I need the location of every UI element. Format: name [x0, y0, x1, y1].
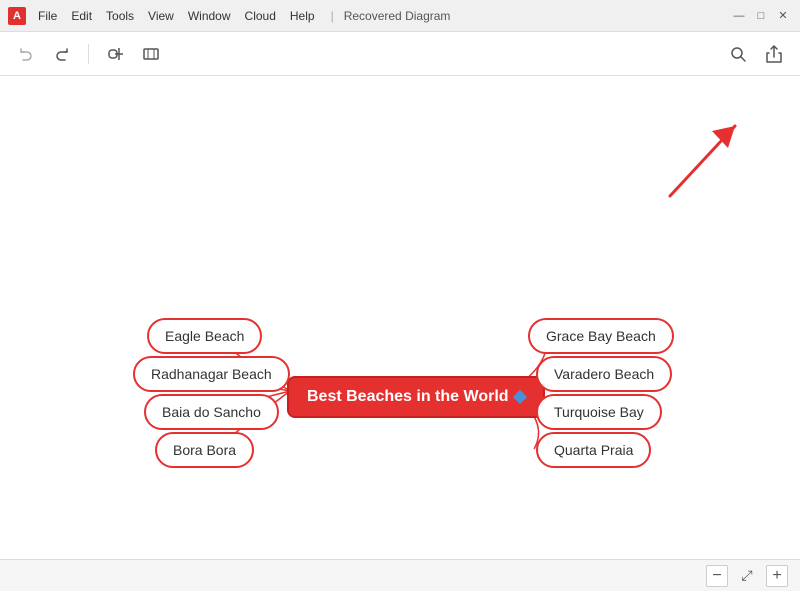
title-separator: | [331, 9, 334, 23]
search-button[interactable] [724, 40, 752, 68]
node-turquoise-bay[interactable]: Turquoise Bay [536, 394, 662, 430]
app-icon: A [8, 7, 26, 25]
node-grace-bay-label: Grace Bay Beach [546, 328, 656, 344]
node-grace-bay[interactable]: Grace Bay Beach [528, 318, 674, 354]
node-radhanagar-beach-label: Radhanagar Beach [151, 366, 272, 382]
menu-edit[interactable]: Edit [65, 7, 98, 25]
zoom-plus-button[interactable]: + [766, 565, 788, 587]
menu-cloud[interactable]: Cloud [239, 7, 282, 25]
arrow-annotation [650, 96, 770, 221]
connections-svg [0, 76, 800, 559]
center-node[interactable]: Best Beaches in the World [287, 376, 545, 418]
undo-icon [17, 45, 35, 63]
node-varadero-beach-label: Varadero Beach [554, 366, 654, 382]
node-radhanagar-beach[interactable]: Radhanagar Beach [133, 356, 290, 392]
node-bora-bora-label: Bora Bora [173, 442, 236, 458]
toolbar-right [724, 40, 788, 68]
search-icon [729, 45, 747, 63]
redo-icon [53, 45, 71, 63]
node-eagle-beach-label: Eagle Beach [165, 328, 244, 344]
diamond-icon [512, 390, 526, 404]
minimize-button[interactable]: — [730, 7, 748, 25]
node-quarta-praia[interactable]: Quarta Praia [536, 432, 651, 468]
frame-icon [142, 45, 160, 63]
document-title: Recovered Diagram [344, 9, 451, 23]
restore-button[interactable]: □ [752, 7, 770, 25]
zoom-minus-button[interactable]: − [706, 565, 728, 587]
frame-button[interactable] [137, 40, 165, 68]
center-node-label: Best Beaches in the World [307, 388, 509, 406]
menu-tools[interactable]: Tools [100, 7, 140, 25]
undo-button[interactable] [12, 40, 40, 68]
insert-shape-button[interactable] [101, 40, 129, 68]
insert-shape-icon [106, 45, 124, 63]
canvas[interactable]: Best Beaches in the World Eagle Beach Ra… [0, 76, 800, 559]
node-varadero-beach[interactable]: Varadero Beach [536, 356, 672, 392]
node-turquoise-bay-label: Turquoise Bay [554, 404, 644, 420]
statusbar: − ⤢ + [0, 559, 800, 591]
menu-bar: File Edit Tools View Window Cloud Help [32, 7, 321, 25]
menu-window[interactable]: Window [182, 7, 237, 25]
zoom-fit-button[interactable]: ⤢ [736, 565, 758, 587]
menu-help[interactable]: Help [284, 7, 321, 25]
node-eagle-beach[interactable]: Eagle Beach [147, 318, 262, 354]
toolbar-divider [88, 44, 89, 64]
arrow-annotation-svg [650, 96, 770, 216]
menu-view[interactable]: View [142, 7, 180, 25]
redo-button[interactable] [48, 40, 76, 68]
window-controls: — □ ✕ [730, 7, 792, 25]
node-baia-do-sancho[interactable]: Baia do Sancho [144, 394, 279, 430]
menu-file[interactable]: File [32, 7, 63, 25]
node-baia-do-sancho-label: Baia do Sancho [162, 404, 261, 420]
node-quarta-praia-label: Quarta Praia [554, 442, 633, 458]
share-icon [765, 45, 783, 63]
toolbar [0, 32, 800, 76]
close-button[interactable]: ✕ [774, 7, 792, 25]
share-button[interactable] [760, 40, 788, 68]
titlebar: A File Edit Tools View Window Cloud Help… [0, 0, 800, 32]
node-bora-bora[interactable]: Bora Bora [155, 432, 254, 468]
